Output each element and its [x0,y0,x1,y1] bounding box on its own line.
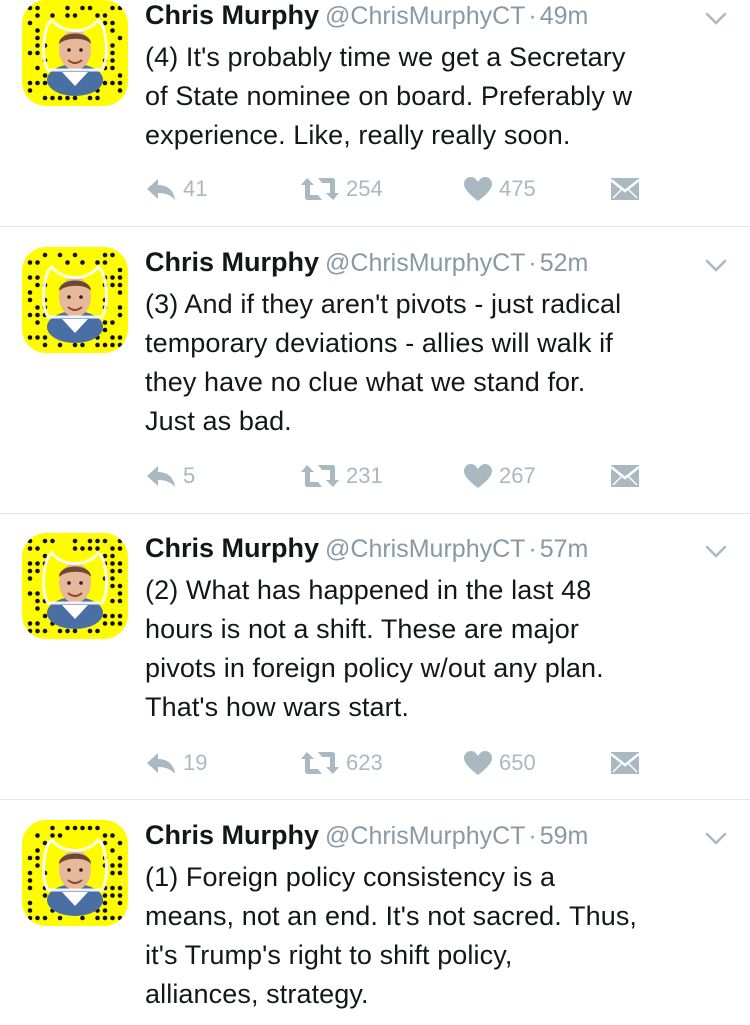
reply-button[interactable]: 5 [145,459,195,493]
snapcode-avatar [27,5,123,101]
separator: · [528,535,537,563]
separator: · [528,249,537,277]
avatar-snapcode[interactable] [22,533,128,639]
divider [0,513,750,514]
reply-icon [147,179,175,200]
divider [0,226,750,227]
retweet-icon [301,465,339,487]
tweet[interactable]: Chris Murphy @ChrisMurphyCT · 52m (3) And i… [0,247,750,512]
author-name[interactable]: Chris Murphy [145,0,319,30]
author-handle[interactable]: @ChrisMurphyCT [325,822,525,850]
timestamp[interactable]: 49m [540,2,589,30]
reply-icon [147,466,175,487]
tweet-actions: 5 231 267 [145,459,665,493]
reply-count: 19 [183,750,208,775]
direct-message-button[interactable] [610,459,646,493]
tweet-text: (2) What has happened in the last 48 hou… [145,575,604,722]
tweet[interactable]: Chris Murphy @ChrisMurphyCT · 59m (1) Forei… [0,820,750,1025]
timestamp[interactable]: 59m [540,822,589,850]
divider [0,799,750,800]
tweet-header: Chris Murphy @ChrisMurphyCT · 49m [145,0,588,34]
author-handle[interactable]: @ChrisMurphyCT [325,249,525,277]
retweet-button[interactable]: 623 [300,746,383,780]
avatar-snapcode[interactable] [22,247,128,353]
tweet-header: Chris Murphy @ChrisMurphyCT · 57m [145,533,588,567]
chevron-down-icon[interactable] [705,12,727,26]
retweet-count: 254 [346,176,383,201]
reply-button[interactable]: 19 [145,746,207,780]
timestamp[interactable]: 57m [540,535,589,563]
tweet-header: Chris Murphy @ChrisMurphyCT · 59m [145,820,588,854]
tweet-actions: 19 623 650 [145,746,665,780]
like-icon [464,464,492,488]
author-handle[interactable]: @ChrisMurphyCT [325,535,525,563]
tweet[interactable]: Chris Murphy @ChrisMurphyCT · 57m (2) What … [0,533,750,798]
snapcode-avatar [27,825,123,921]
timestamp[interactable]: 52m [540,249,589,277]
like-count: 475 [499,176,536,201]
separator: · [528,822,537,850]
avatar-snapcode[interactable] [22,0,128,106]
tweet-text: (3) And if they aren't pivots - just rad… [145,289,622,436]
reply-icon [147,753,175,774]
chevron-down-icon[interactable] [705,832,727,846]
retweet-icon [301,752,339,774]
retweet-button[interactable]: 254 [300,172,383,206]
retweet-icon [301,178,339,200]
tweet[interactable]: Chris Murphy @ChrisMurphyCT · 49m (4) It's … [0,0,750,225]
direct-message-button[interactable] [610,172,646,206]
snapcode-avatar [27,252,123,348]
tweet-text: (1) Foreign policy consistency is a mean… [145,862,638,1009]
author-handle[interactable]: @ChrisMurphyCT [325,2,525,30]
retweet-count: 623 [346,750,383,775]
avatar-snapcode[interactable] [22,820,128,926]
like-icon [464,177,492,201]
direct-message-button[interactable] [610,746,646,780]
direct-message-icon [610,178,640,200]
author-name[interactable]: Chris Murphy [145,247,319,277]
like-count: 267 [499,463,536,488]
like-button[interactable]: 475 [463,172,536,206]
chevron-down-icon[interactable] [705,545,727,559]
like-button[interactable]: 650 [463,746,536,780]
reply-count: 5 [183,463,196,488]
snapcode-avatar [27,538,123,634]
tweet-actions: 41 254 475 [145,172,665,206]
author-name[interactable]: Chris Murphy [145,533,319,563]
direct-message-icon [610,752,640,774]
like-icon [464,751,492,775]
like-button[interactable]: 267 [463,459,536,493]
direct-message-icon [610,465,640,487]
reply-count: 41 [183,176,208,201]
chevron-down-icon[interactable] [705,259,727,273]
separator: · [528,2,537,30]
retweet-button[interactable]: 231 [300,459,383,493]
tweet-header: Chris Murphy @ChrisMurphyCT · 52m [145,247,588,281]
reply-button[interactable]: 41 [145,172,207,206]
tweet-text: (4) It's probably time we get a Secretar… [145,42,633,150]
retweet-count: 231 [346,463,383,488]
like-count: 650 [499,750,536,775]
author-name[interactable]: Chris Murphy [145,820,319,850]
